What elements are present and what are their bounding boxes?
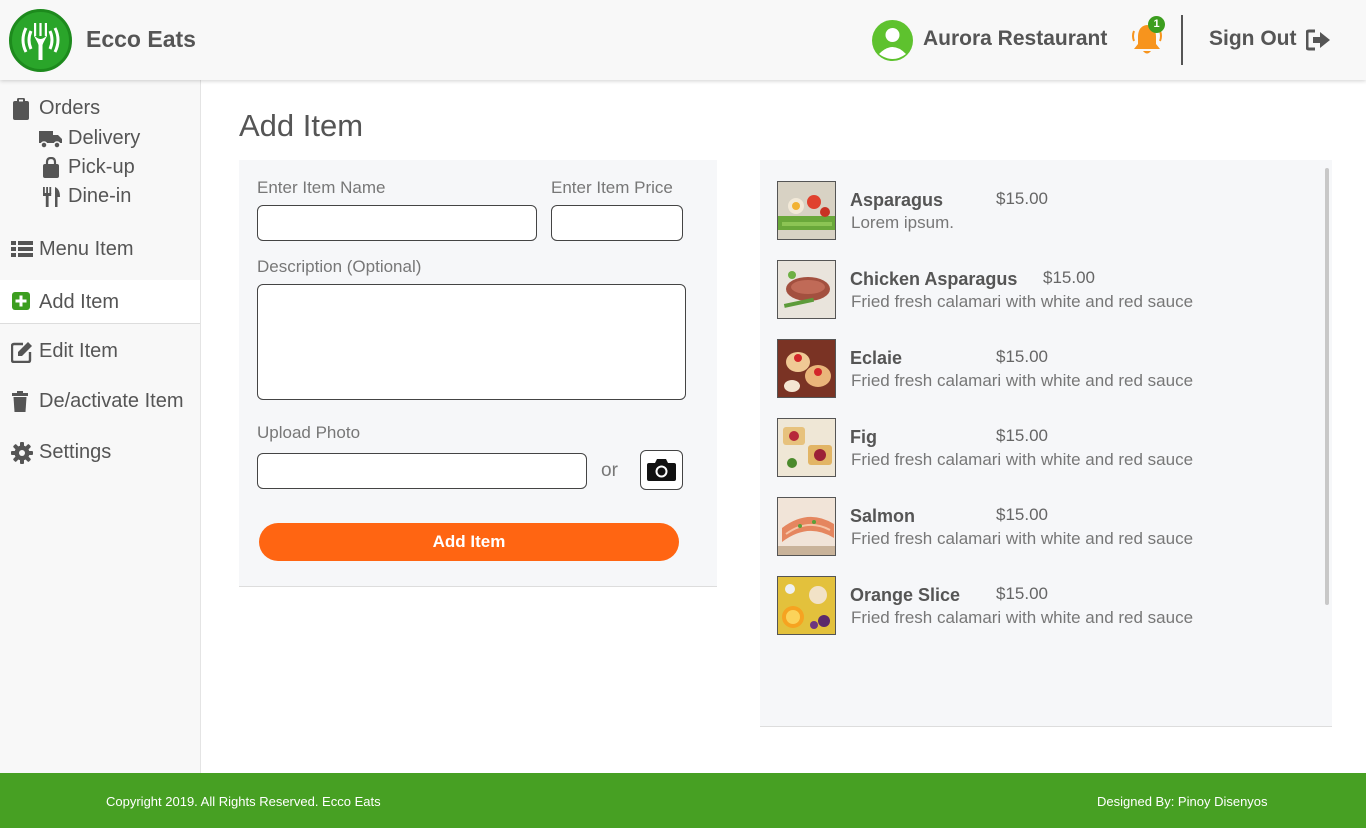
add-item-form: Enter Item Name Enter Item Price Descrip… <box>239 160 717 587</box>
item-name: Orange Slice <box>850 585 961 605</box>
item-name-input[interactable] <box>257 205 537 241</box>
sidebar-item-label: Pick-up <box>68 156 135 178</box>
food-thumbnail <box>777 339 836 398</box>
upload-photo-input[interactable] <box>257 453 587 489</box>
or-text: or <box>601 460 618 481</box>
sidebar-item-add-item[interactable]: Add Item <box>0 280 200 324</box>
sidebar-item-pickup[interactable]: Pick-up <box>0 154 200 182</box>
item-name: Chicken Asparagus <box>850 269 1018 289</box>
item-price: $15.00 <box>996 505 1048 524</box>
footer: Copyright 2019. All Rights Reserved. Ecc… <box>0 773 1366 828</box>
sidebar-item-dinein[interactable]: Dine-in <box>0 183 200 211</box>
camera-icon <box>647 459 676 481</box>
item-price: $15.00 <box>996 189 1048 208</box>
item-name-label: Enter Item Name <box>257 178 386 197</box>
sidebar-item-label: Dine-in <box>68 185 132 207</box>
page-title: Add Item <box>239 108 364 143</box>
item-description: Fried fresh calamari with white and red … <box>851 529 1194 548</box>
sidebar-item-delivery[interactable]: Delivery <box>0 125 200 153</box>
sidebar-item-label: Menu Item <box>39 238 134 260</box>
sidebar-item-label: Add Item <box>39 291 120 313</box>
copyright-text: Copyright 2019. All Rights Reserved. Ecc… <box>106 794 381 809</box>
list-item[interactable]: Chicken Asparagus $15.00 Fried fresh cal… <box>777 260 1297 320</box>
sidebar-item-label: De/activate Item <box>39 390 184 412</box>
header-divider <box>1181 15 1183 65</box>
top-header: Ecco Eats Aurora Restaurant 1 Sign Out <box>0 0 1366 80</box>
item-description: Lorem ipsum. <box>851 213 954 232</box>
food-thumbnail <box>777 418 836 477</box>
truck-icon <box>39 128 62 150</box>
clipboard-icon <box>11 98 33 120</box>
item-name: Salmon <box>850 506 916 526</box>
utensils-icon <box>42 186 64 208</box>
sign-out-icon[interactable] <box>1305 28 1332 52</box>
restaurant-name[interactable]: Aurora Restaurant <box>923 27 1107 51</box>
food-thumbnail <box>777 260 836 319</box>
sidebar-item-label: Orders <box>39 97 101 119</box>
gear-icon <box>11 442 33 464</box>
item-description: Fried fresh calamari with white and red … <box>851 450 1194 469</box>
item-price: $15.00 <box>1043 268 1095 287</box>
list-item[interactable]: Fig $15.00 Fried fresh calamari with whi… <box>777 418 1297 478</box>
item-description: Fried fresh calamari with white and red … <box>851 608 1194 627</box>
list-item[interactable]: Asparagus $15.00 Lorem ipsum. <box>777 181 1297 241</box>
item-name: Asparagus <box>850 190 944 210</box>
sidebar-item-menu-item[interactable]: Menu Item <box>0 236 200 264</box>
description-textarea[interactable] <box>257 284 686 400</box>
upload-photo-label: Upload Photo <box>257 423 361 442</box>
list-item[interactable]: Eclaie $15.00 Fried fresh calamari with … <box>777 339 1297 399</box>
item-description: Fried fresh calamari with white and red … <box>851 371 1194 390</box>
item-price: $15.00 <box>996 426 1048 445</box>
designer-credit: Designed By: Pinoy Disenyos <box>1097 794 1268 809</box>
item-name: Fig <box>850 427 877 447</box>
list-scrollbar[interactable] <box>1325 168 1329 605</box>
app-brand: Ecco Eats <box>86 26 196 52</box>
shopping-bag-icon <box>42 156 64 179</box>
item-price-input[interactable] <box>551 205 683 241</box>
menu-items-list: Asparagus $15.00 Lorem ipsum. Chicken As… <box>760 160 1332 727</box>
food-thumbnail <box>777 181 836 240</box>
sidebar-item-label: Edit Item <box>39 340 118 362</box>
description-label: Description (Optional) <box>257 257 422 276</box>
camera-button[interactable] <box>640 450 683 490</box>
notification-badge: 1 <box>1148 16 1165 33</box>
sign-out-button[interactable]: Sign Out <box>1209 27 1297 51</box>
food-thumbnail <box>777 497 836 556</box>
item-price: $15.00 <box>996 347 1048 366</box>
item-description: Fried fresh calamari with white and red … <box>851 292 1194 311</box>
user-avatar-icon[interactable] <box>872 20 913 61</box>
fork-logo-icon[interactable] <box>9 9 72 72</box>
sidebar-item-label: Delivery <box>68 127 141 149</box>
list-icon <box>11 239 33 261</box>
sidebar-item-edit-item[interactable]: Edit Item <box>0 338 200 366</box>
sidebar-item-settings[interactable]: Settings <box>0 439 200 467</box>
plus-square-icon <box>11 291 33 313</box>
item-price: $15.00 <box>996 584 1048 603</box>
list-item[interactable]: Orange Slice $15.00 Fried fresh calamari… <box>777 576 1297 636</box>
sidebar: Orders Delivery Pick-up Dine-in Menu Ite… <box>0 80 201 773</box>
food-thumbnail <box>777 576 836 635</box>
sidebar-item-label: Settings <box>39 441 112 463</box>
list-item[interactable]: Salmon $15.00 Fried fresh calamari with … <box>777 497 1297 557</box>
edit-icon <box>10 341 33 364</box>
sidebar-item-orders[interactable]: Orders <box>0 95 200 123</box>
item-name: Eclaie <box>850 348 903 368</box>
item-price-label: Enter Item Price <box>551 178 673 197</box>
sidebar-item-deactivate-item[interactable]: De/activate Item <box>0 388 200 416</box>
add-item-submit-button[interactable]: Add Item <box>259 523 679 561</box>
trash-icon <box>12 391 34 413</box>
